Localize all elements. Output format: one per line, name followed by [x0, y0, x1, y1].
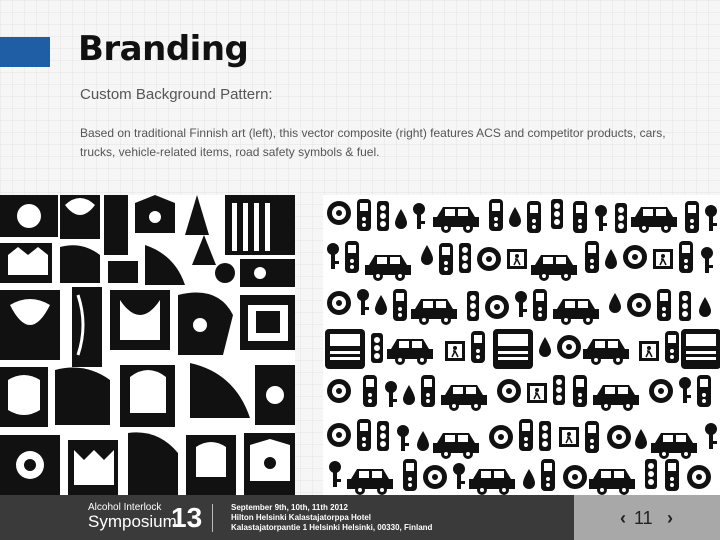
- finnish-art-image: [0, 195, 295, 495]
- finnish-art-pattern: [0, 195, 295, 495]
- footer-divider: [212, 504, 213, 532]
- event-address: Kalastajatorpantie 1 Helsinki Helsinki, …: [231, 523, 433, 532]
- page-number: 11: [634, 508, 653, 528]
- vector-composite-image: [323, 195, 720, 495]
- event-date: September 9th, 10th, 11th 2012: [231, 503, 348, 512]
- chevron-left-icon[interactable]: ‹: [620, 508, 626, 529]
- vector-composite-pattern: [323, 195, 720, 495]
- event-info: September 9th, 10th, 11th 2012 Hilton He…: [231, 503, 432, 533]
- chevron-right-icon[interactable]: ›: [667, 508, 673, 529]
- accent-bar: [0, 37, 50, 67]
- brand-line-2: Symposium: [88, 512, 177, 531]
- slide-pager: ‹ 11 ›: [574, 495, 720, 540]
- slide-description: Based on traditional Finnish art (left),…: [80, 126, 666, 159]
- slide-subtitle: Custom Background Pattern:: [80, 86, 273, 103]
- brand-year: 13: [171, 502, 203, 533]
- slide-title: Branding: [78, 29, 249, 69]
- event-venue: Hilton Helsinki Kalastajatorppa Hotel: [231, 513, 372, 522]
